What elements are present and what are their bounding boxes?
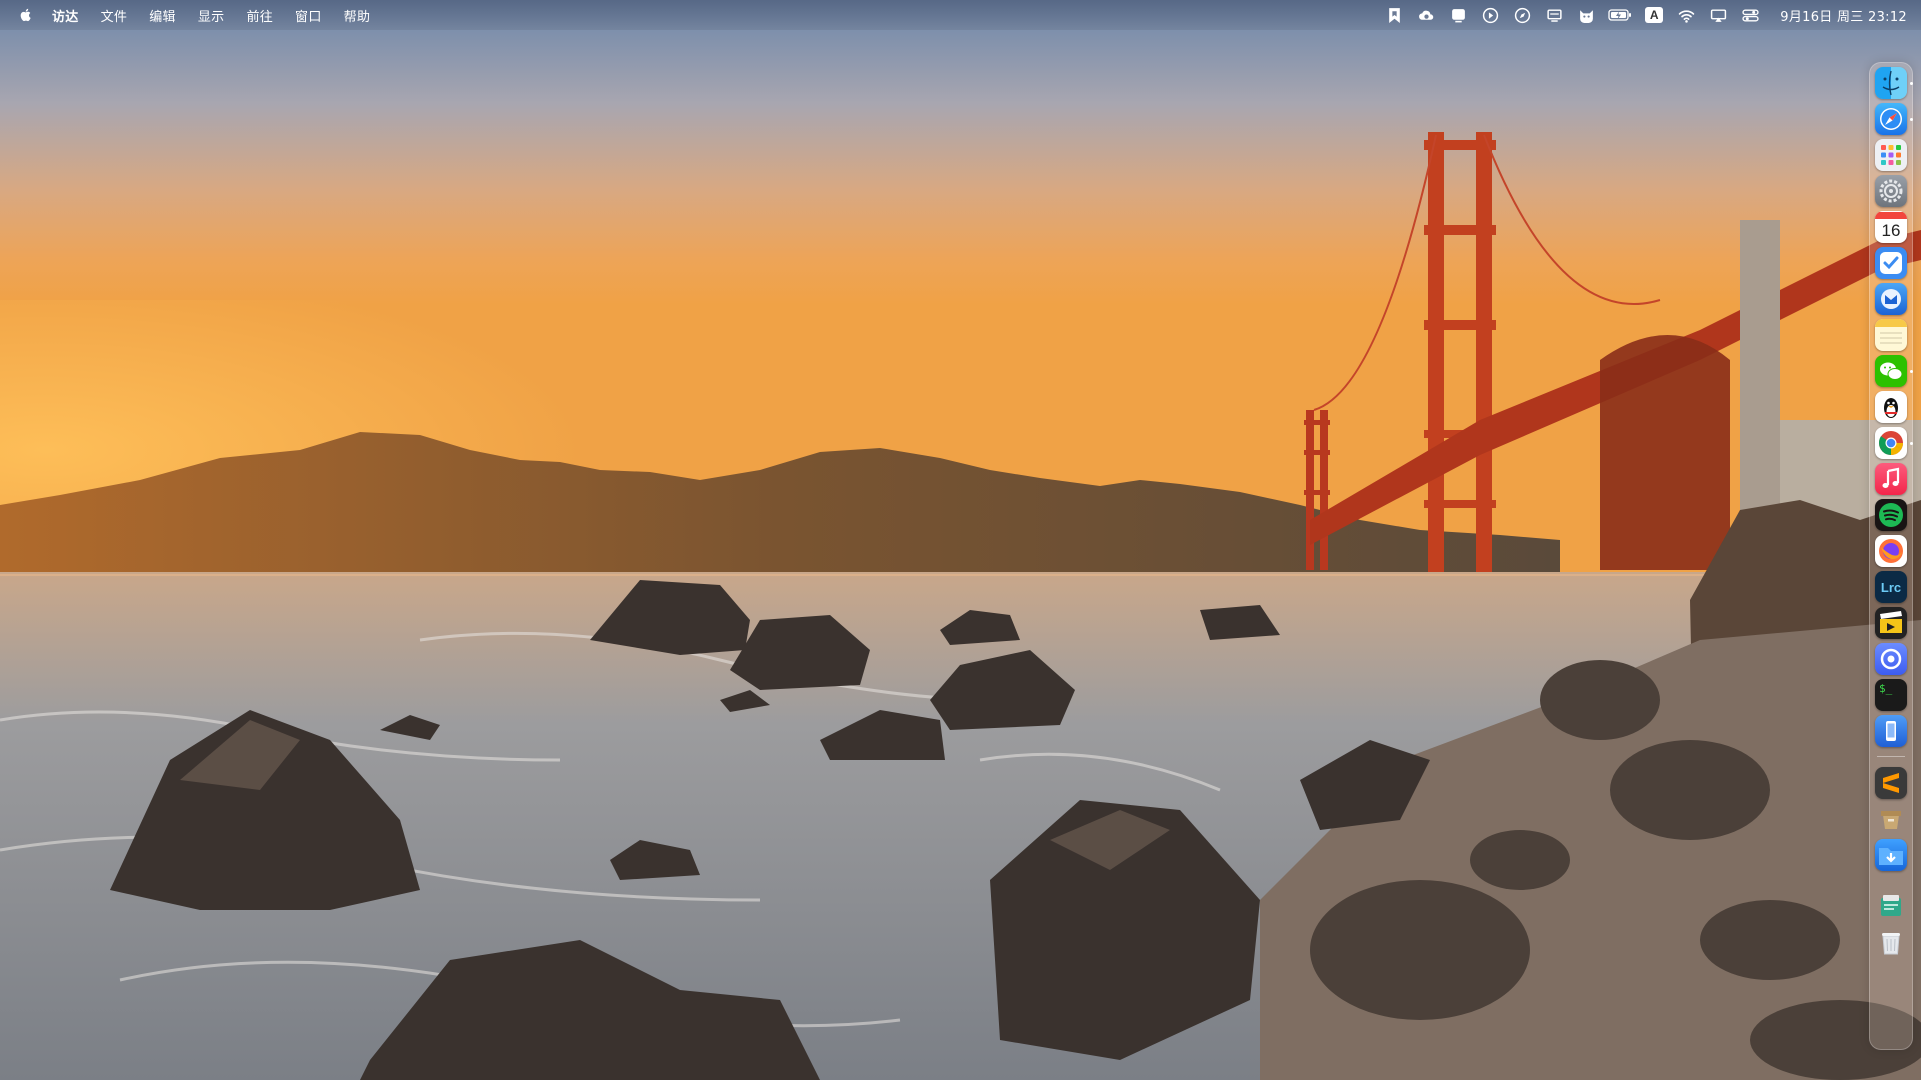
screen-mirror-icon[interactable]	[1707, 6, 1729, 24]
bookmark-icon[interactable]	[1383, 6, 1405, 24]
proxy-icon[interactable]	[1875, 643, 1907, 675]
penguin-icon[interactable]	[1875, 391, 1907, 423]
safari-running-indicator	[1910, 118, 1913, 121]
firefox-icon[interactable]	[1875, 535, 1907, 567]
sublime-icon[interactable]	[1875, 767, 1907, 799]
finder-icon[interactable]	[1875, 67, 1907, 99]
menu-bar: 访达 文件 编辑 显示 前往 窗口 帮助 A 9月16日 周三 23:12	[0, 0, 1921, 30]
calendar-icon[interactable]: 16	[1875, 211, 1907, 243]
terminal-prompt: $_	[1879, 682, 1893, 695]
document-stack-icon[interactable]	[1875, 889, 1907, 921]
chrome-icon[interactable]	[1875, 427, 1907, 459]
menu-finder[interactable]: 访达	[52, 6, 79, 25]
menu-file[interactable]: 文件	[101, 6, 128, 25]
menu-bar-status-area: A 9月16日 周三 23:12	[1378, 0, 1921, 30]
finder-running-indicator	[1910, 82, 1913, 85]
wechat-icon[interactable]	[1875, 355, 1907, 387]
film-clapper-icon[interactable]	[1875, 607, 1907, 639]
menu-go[interactable]: 前往	[246, 6, 273, 25]
control-center-icon[interactable]	[1739, 6, 1761, 24]
menu-bar-left: 访达 文件 编辑 显示 前往 窗口 帮助	[0, 0, 392, 30]
display-icon[interactable]	[1447, 6, 1469, 24]
downloads-folder-icon[interactable]	[1875, 839, 1907, 871]
compass-icon[interactable]	[1511, 6, 1533, 24]
input-source-icon[interactable]: A	[1643, 6, 1665, 24]
play-circle-icon[interactable]	[1479, 6, 1501, 24]
chrome-running-indicator	[1910, 442, 1913, 445]
wifi-icon[interactable]	[1675, 6, 1697, 24]
phone-icon[interactable]	[1875, 715, 1907, 747]
safari-icon[interactable]	[1875, 103, 1907, 135]
battery-icon[interactable]	[1607, 6, 1633, 24]
menu-window[interactable]: 窗口	[295, 6, 322, 25]
terminal-icon[interactable]: $_	[1875, 679, 1907, 711]
checkmark-icon[interactable]	[1875, 247, 1907, 279]
archive-icon[interactable]	[1875, 803, 1907, 835]
menu-help[interactable]: 帮助	[344, 6, 371, 25]
calendar-day: 16	[1881, 220, 1901, 240]
dock: 16 Lrc $_	[1869, 62, 1913, 1050]
wechat-running-indicator	[1910, 370, 1913, 373]
lrc-icon[interactable]: Lrc	[1875, 571, 1907, 603]
notes-icon[interactable]	[1875, 319, 1907, 351]
trash-icon[interactable]	[1875, 927, 1907, 959]
menu-bar-clock[interactable]: 9月16日 周三 23:12	[1780, 6, 1907, 25]
spotify-icon[interactable]	[1875, 499, 1907, 531]
menu-edit[interactable]: 编辑	[149, 6, 176, 25]
music-note-icon[interactable]	[1875, 463, 1907, 495]
gear-icon[interactable]	[1875, 175, 1907, 207]
cat-icon[interactable]	[1575, 6, 1597, 24]
lrc-label: Lrc	[1880, 579, 1902, 595]
monitor-icon[interactable]	[1543, 6, 1565, 24]
desktop-wallpaper	[0, 0, 1921, 1080]
menu-view[interactable]: 显示	[198, 6, 225, 25]
golden-gate-wallpaper	[0, 0, 1921, 1080]
dock-separator	[1877, 756, 1905, 757]
mail-icon[interactable]	[1875, 283, 1907, 315]
cloud-sync-icon[interactable]	[1415, 6, 1437, 24]
apple-icon[interactable]	[18, 6, 36, 24]
input-source-label: A	[1645, 7, 1664, 23]
calendar-header	[1875, 211, 1907, 219]
launchpad-icon[interactable]	[1875, 139, 1907, 171]
